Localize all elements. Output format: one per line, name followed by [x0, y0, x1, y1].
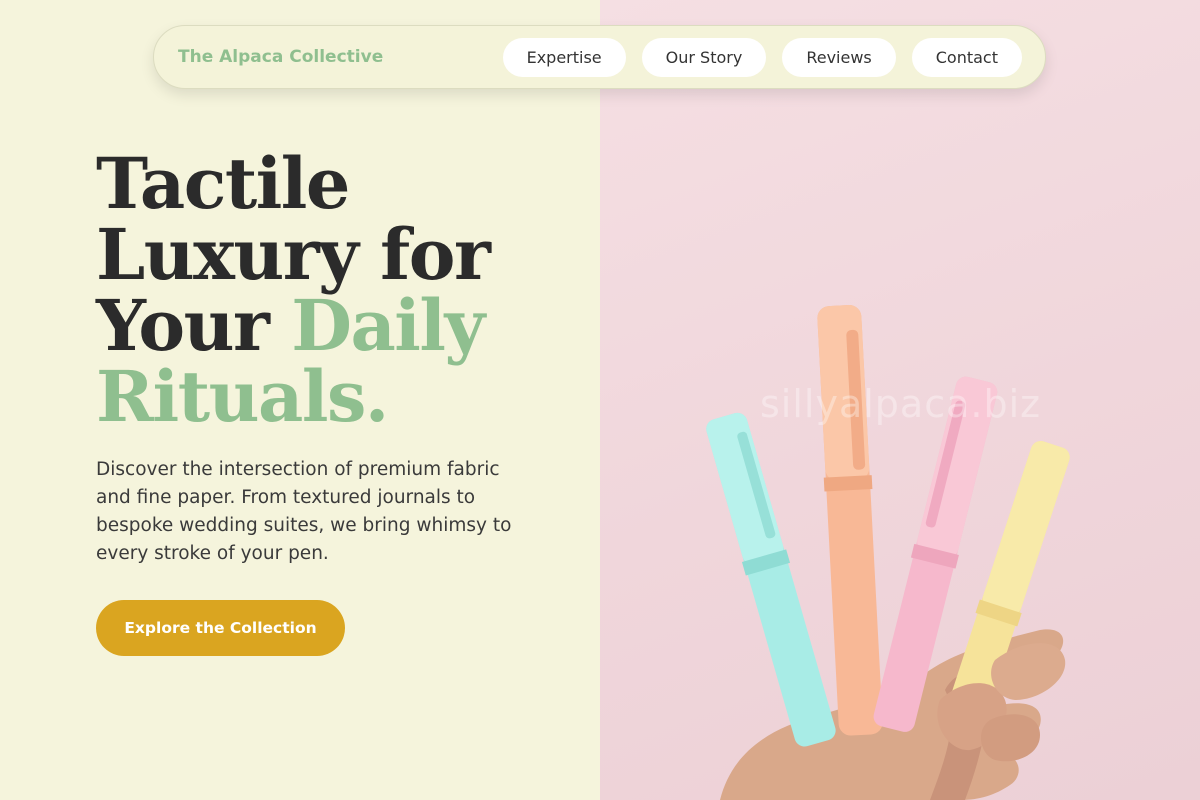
top-navbar: The Alpaca Collective Expertise Our Stor… [153, 25, 1046, 89]
explore-collection-button[interactable]: Explore the Collection [96, 600, 345, 656]
brand-logo[interactable]: The Alpaca Collective [178, 47, 383, 67]
nav-link-expertise[interactable]: Expertise [502, 37, 626, 77]
hero-headline: Tactile Luxury for Your Daily Rituals. [96, 148, 576, 432]
nav-link-reviews[interactable]: Reviews [782, 37, 896, 77]
nav-link-our-story[interactable]: Our Story [641, 37, 767, 77]
watermark-text: sillyalpaca.biz [760, 382, 1042, 426]
nav-links: Expertise Our Story Reviews Contact [502, 37, 1022, 77]
hero-description: Discover the intersection of premium fab… [96, 459, 512, 564]
hero-image: sillyalpaca.biz [600, 0, 1200, 800]
nav-link-contact[interactable]: Contact [911, 37, 1022, 77]
